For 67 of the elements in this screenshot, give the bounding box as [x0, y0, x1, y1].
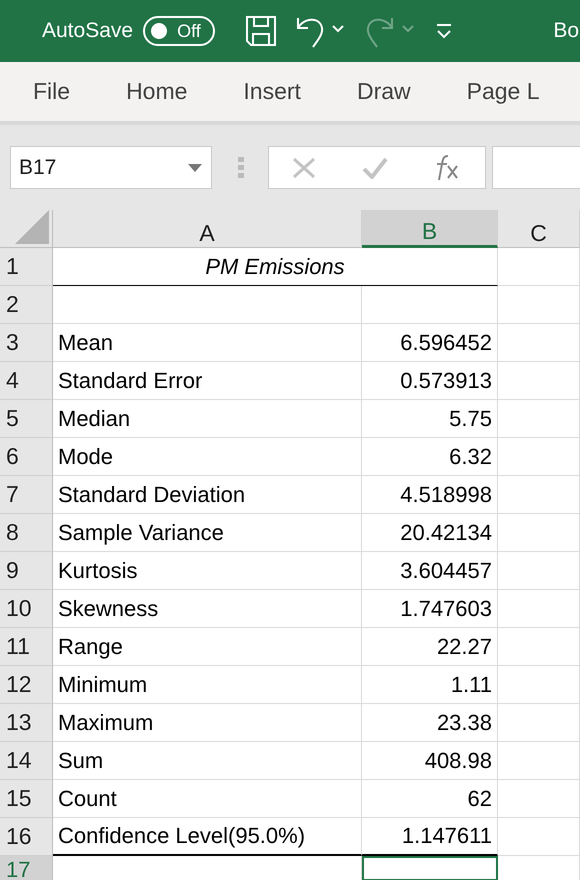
table-cell: 6.596452: [362, 324, 498, 362]
table-cell: 0.573913: [362, 362, 498, 400]
row-header[interactable]: 2: [0, 286, 53, 324]
table-cell: 1.747603: [362, 590, 498, 628]
table-cell: 20.42134: [362, 514, 498, 552]
row-header[interactable]: 13: [0, 704, 53, 742]
select-all-corner[interactable]: [0, 210, 53, 248]
table-cell: Mean: [53, 324, 362, 362]
table-cell: Minimum: [53, 666, 362, 704]
table-cell: 62: [362, 780, 498, 818]
row-header[interactable]: 1: [0, 248, 53, 286]
table-cell[interactable]: [498, 248, 580, 286]
row-header[interactable]: 15: [0, 780, 53, 818]
row-header[interactable]: 7: [0, 476, 53, 514]
table-cell: Confidence Level(95.0%): [53, 818, 362, 856]
row-header[interactable]: 16: [0, 818, 53, 856]
table-cell: Kurtosis: [53, 552, 362, 590]
table-cell: 1.147611: [362, 818, 498, 856]
row-header[interactable]: 3: [0, 324, 53, 362]
name-box[interactable]: B17: [10, 146, 212, 189]
ribbon-tab[interactable]: Home: [126, 78, 188, 105]
table-cell: Sum: [53, 742, 362, 780]
table-cell: 6.32: [362, 438, 498, 476]
column-header[interactable]: B: [362, 210, 498, 248]
table-cell: Maximum: [53, 704, 362, 742]
grip-icon: [238, 156, 244, 178]
formula-input[interactable]: [492, 146, 580, 189]
table-cell: Standard Error: [53, 362, 362, 400]
column-header[interactable]: A: [53, 210, 362, 248]
table-cell: 23.38: [362, 704, 498, 742]
column-header[interactable]: C: [498, 210, 580, 248]
document-title: Bo: [553, 19, 580, 43]
save-icon[interactable]: [245, 15, 278, 47]
table-cell: Range: [53, 628, 362, 666]
row-header[interactable]: 11: [0, 628, 53, 666]
table-cell: 1.11: [362, 666, 498, 704]
autosave-label: AutoSave: [42, 19, 134, 43]
table-cell: PM Emissions: [53, 248, 498, 286]
row-header[interactable]: 4: [0, 362, 53, 400]
row-header[interactable]: 8: [0, 514, 53, 552]
checkmark-icon[interactable]: [362, 156, 388, 178]
table-cell: Sample Variance: [53, 514, 362, 552]
customize-icon[interactable]: [435, 23, 454, 39]
row-header[interactable]: 14: [0, 742, 53, 780]
row-header[interactable]: 17: [0, 856, 53, 880]
row-header[interactable]: 12: [0, 666, 53, 704]
table-cell: 5.75: [362, 400, 498, 438]
table-cell: 3.604457: [362, 552, 498, 590]
cancel-icon[interactable]: [292, 156, 316, 178]
row-header[interactable]: 6: [0, 438, 53, 476]
table-cell: Mode: [53, 438, 362, 476]
dropdown-icon[interactable]: [187, 162, 203, 172]
table-cell: Count: [53, 780, 362, 818]
table-cell: 408.98: [362, 742, 498, 780]
ribbon-tab[interactable]: File: [33, 78, 70, 105]
row-header[interactable]: 5: [0, 400, 53, 438]
ribbon-tab[interactable]: Page L: [466, 78, 540, 105]
table-cell: Standard Deviation: [53, 476, 362, 514]
ribbon-tab[interactable]: Draw: [356, 78, 411, 105]
row-header[interactable]: 9: [0, 552, 53, 590]
row-header[interactable]: 10: [0, 590, 53, 628]
table-cell: 4.518998: [362, 476, 498, 514]
ribbon-tab[interactable]: Insert: [243, 78, 301, 105]
table-cell: Median: [53, 400, 362, 438]
table-cell: Skewness: [53, 590, 362, 628]
autosave-toggle[interactable]: Off: [143, 16, 216, 46]
table-cell: 22.27: [362, 628, 498, 666]
